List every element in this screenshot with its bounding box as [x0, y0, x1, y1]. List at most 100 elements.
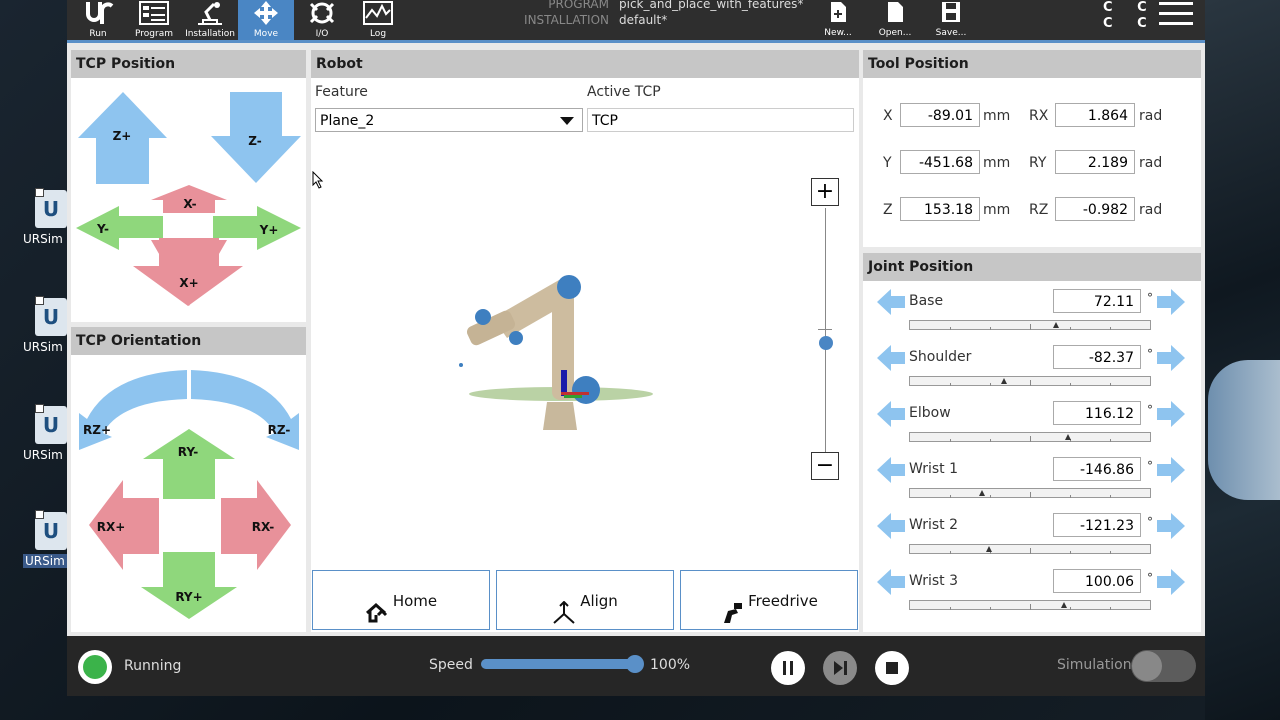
rz-plus-arrow[interactable]: RZ+ [79, 370, 187, 450]
simulation-toggle[interactable] [1131, 650, 1196, 682]
panel-title: Robot [311, 50, 859, 78]
desktop-icon-ursim-1[interactable]: U URSim U [18, 188, 75, 256]
desktop-icon-ursim-3[interactable]: U URSim U [18, 404, 75, 472]
stop-button[interactable] [875, 651, 909, 685]
align-icon [552, 590, 576, 624]
active-tcp-field: TCP [587, 108, 854, 132]
z-plus-arrow[interactable]: Z+ [78, 92, 167, 184]
nav-log[interactable]: Log [350, 0, 406, 40]
x-minus-arrow[interactable]: X- [151, 185, 227, 213]
hamburger-menu-button[interactable] [1159, 0, 1195, 30]
joint-slider[interactable] [909, 600, 1151, 610]
open-button[interactable]: Open... [870, 0, 920, 40]
ry-plus-arrow[interactable]: RY+ [141, 552, 237, 619]
joint-value-field[interactable]: -82.37 [1053, 345, 1141, 369]
panel-title: Joint Position [863, 253, 1201, 281]
rz-minus-arrow[interactable]: RZ- [191, 370, 299, 450]
joint-slider[interactable] [909, 376, 1151, 386]
z-minus-arrow[interactable]: Z- [211, 92, 301, 183]
rx-plus-arrow[interactable]: RX+ [89, 480, 159, 570]
joint-value-field[interactable]: -121.23 [1053, 513, 1141, 537]
joint-increase-arrow-icon[interactable] [1155, 287, 1187, 317]
freedrive-hand-icon [720, 590, 744, 623]
zoom-control: + − [811, 178, 841, 480]
y-minus-arrow[interactable]: Y- [76, 206, 163, 250]
joint-value-field[interactable]: -146.86 [1053, 457, 1141, 481]
joint-decrease-arrow-icon[interactable] [875, 567, 907, 597]
joint-slider-marker [986, 546, 993, 552]
step-button[interactable] [823, 651, 857, 685]
home-button[interactable]: Home [312, 570, 490, 630]
joint-increase-arrow-icon[interactable] [1155, 567, 1187, 597]
nav-move[interactable]: Move [238, 0, 294, 40]
joint-increase-arrow-icon[interactable] [1155, 511, 1187, 541]
robot-3d-view[interactable] [311, 140, 859, 560]
joint-increase-arrow-icon[interactable] [1155, 399, 1187, 429]
joint-value-field[interactable]: 100.06 [1053, 569, 1141, 593]
joint-decrease-arrow-icon[interactable] [875, 455, 907, 485]
feature-value: Plane_2 [320, 113, 375, 129]
program-name: pick_and_place_with_features* [619, 0, 804, 11]
nav-program[interactable]: Program [126, 0, 182, 40]
mouse-cursor-icon [312, 171, 324, 189]
joint-decrease-arrow-icon[interactable] [875, 343, 907, 373]
speed-slider[interactable] [481, 655, 644, 673]
joint-decrease-arrow-icon[interactable] [875, 399, 907, 429]
tool-rx-field[interactable]: 1.864 [1055, 103, 1135, 127]
zoom-center-tick [818, 329, 832, 330]
save-button[interactable]: Save... [926, 0, 976, 40]
run-status-label: Running [124, 658, 182, 674]
nav-installation[interactable]: Installation [182, 0, 238, 40]
freedrive-button[interactable]: Freedrive [680, 570, 858, 630]
run-status-indicator [78, 650, 112, 684]
joint-decrease-arrow-icon[interactable] [875, 511, 907, 541]
active-tcp-label: Active TCP [587, 84, 661, 100]
joint-increase-arrow-icon[interactable] [1155, 455, 1187, 485]
svg-text:Y-: Y- [96, 222, 109, 236]
joint-value-field[interactable]: 116.12 [1053, 401, 1141, 425]
joint-increase-arrow-icon[interactable] [1155, 343, 1187, 373]
nav-run[interactable]: Run [70, 0, 126, 40]
feature-dropdown[interactable]: Plane_2 [315, 108, 583, 132]
tool-rz-field[interactable]: -0.982 [1055, 197, 1135, 221]
zoom-out-button[interactable]: − [811, 452, 839, 480]
joint-slider[interactable] [909, 320, 1151, 330]
joint-slider[interactable] [909, 432, 1151, 442]
svg-text:RZ+: RZ+ [83, 423, 111, 437]
step-forward-icon [834, 661, 847, 675]
rx-minus-arrow[interactable]: RX- [221, 480, 291, 570]
tool-y-field[interactable]: -451.68 [900, 150, 980, 174]
tool-x-field[interactable]: -89.01 [900, 103, 980, 127]
tcp-position-panel: TCP Position Z+ Z- X- X+ Y- Y+ [71, 50, 306, 322]
degree-unit: ° [1147, 291, 1153, 305]
joint-slider[interactable] [909, 544, 1151, 554]
desktop-icon-ursim-4[interactable]: U URSim U [18, 510, 80, 578]
joint-value-field[interactable]: 72.11 [1053, 289, 1141, 313]
joint-slider[interactable] [909, 488, 1151, 498]
pause-button[interactable] [771, 651, 805, 685]
io-icon [294, 0, 350, 28]
simulation-toggle-knob [1132, 651, 1162, 681]
tool-z-field[interactable]: 153.18 [900, 197, 980, 221]
ur-logo-icon [70, 0, 126, 28]
ry-minus-arrow[interactable]: RY- [143, 429, 235, 499]
joint-slider-marker [1053, 322, 1060, 328]
desktop-icon-ursim-2[interactable]: U URSim U [18, 296, 75, 364]
speed-slider-handle[interactable] [626, 655, 644, 673]
joint-decrease-arrow-icon[interactable] [875, 287, 907, 317]
cc-indicator: C C C C [1103, 0, 1157, 31]
degree-unit: ° [1147, 459, 1153, 473]
svg-text:Z-: Z- [248, 134, 261, 148]
zoom-slider-handle[interactable] [819, 336, 833, 350]
pause-icon [783, 661, 793, 675]
tool-ry-field[interactable]: 2.189 [1055, 150, 1135, 174]
desktop-robot-image [1208, 360, 1280, 500]
x-plus-arrow[interactable]: X+ [133, 238, 243, 306]
tool-position-panel: Tool Position X -89.01 mm RX 1.864 rad Y… [863, 50, 1201, 247]
zoom-in-button[interactable]: + [811, 178, 839, 206]
nav-io[interactable]: I/O [294, 0, 350, 40]
align-button[interactable]: Align [496, 570, 674, 630]
y-plus-arrow[interactable]: Y+ [213, 206, 301, 250]
new-button[interactable]: New... [813, 0, 863, 40]
joint-name: Wrist 2 [909, 517, 958, 533]
